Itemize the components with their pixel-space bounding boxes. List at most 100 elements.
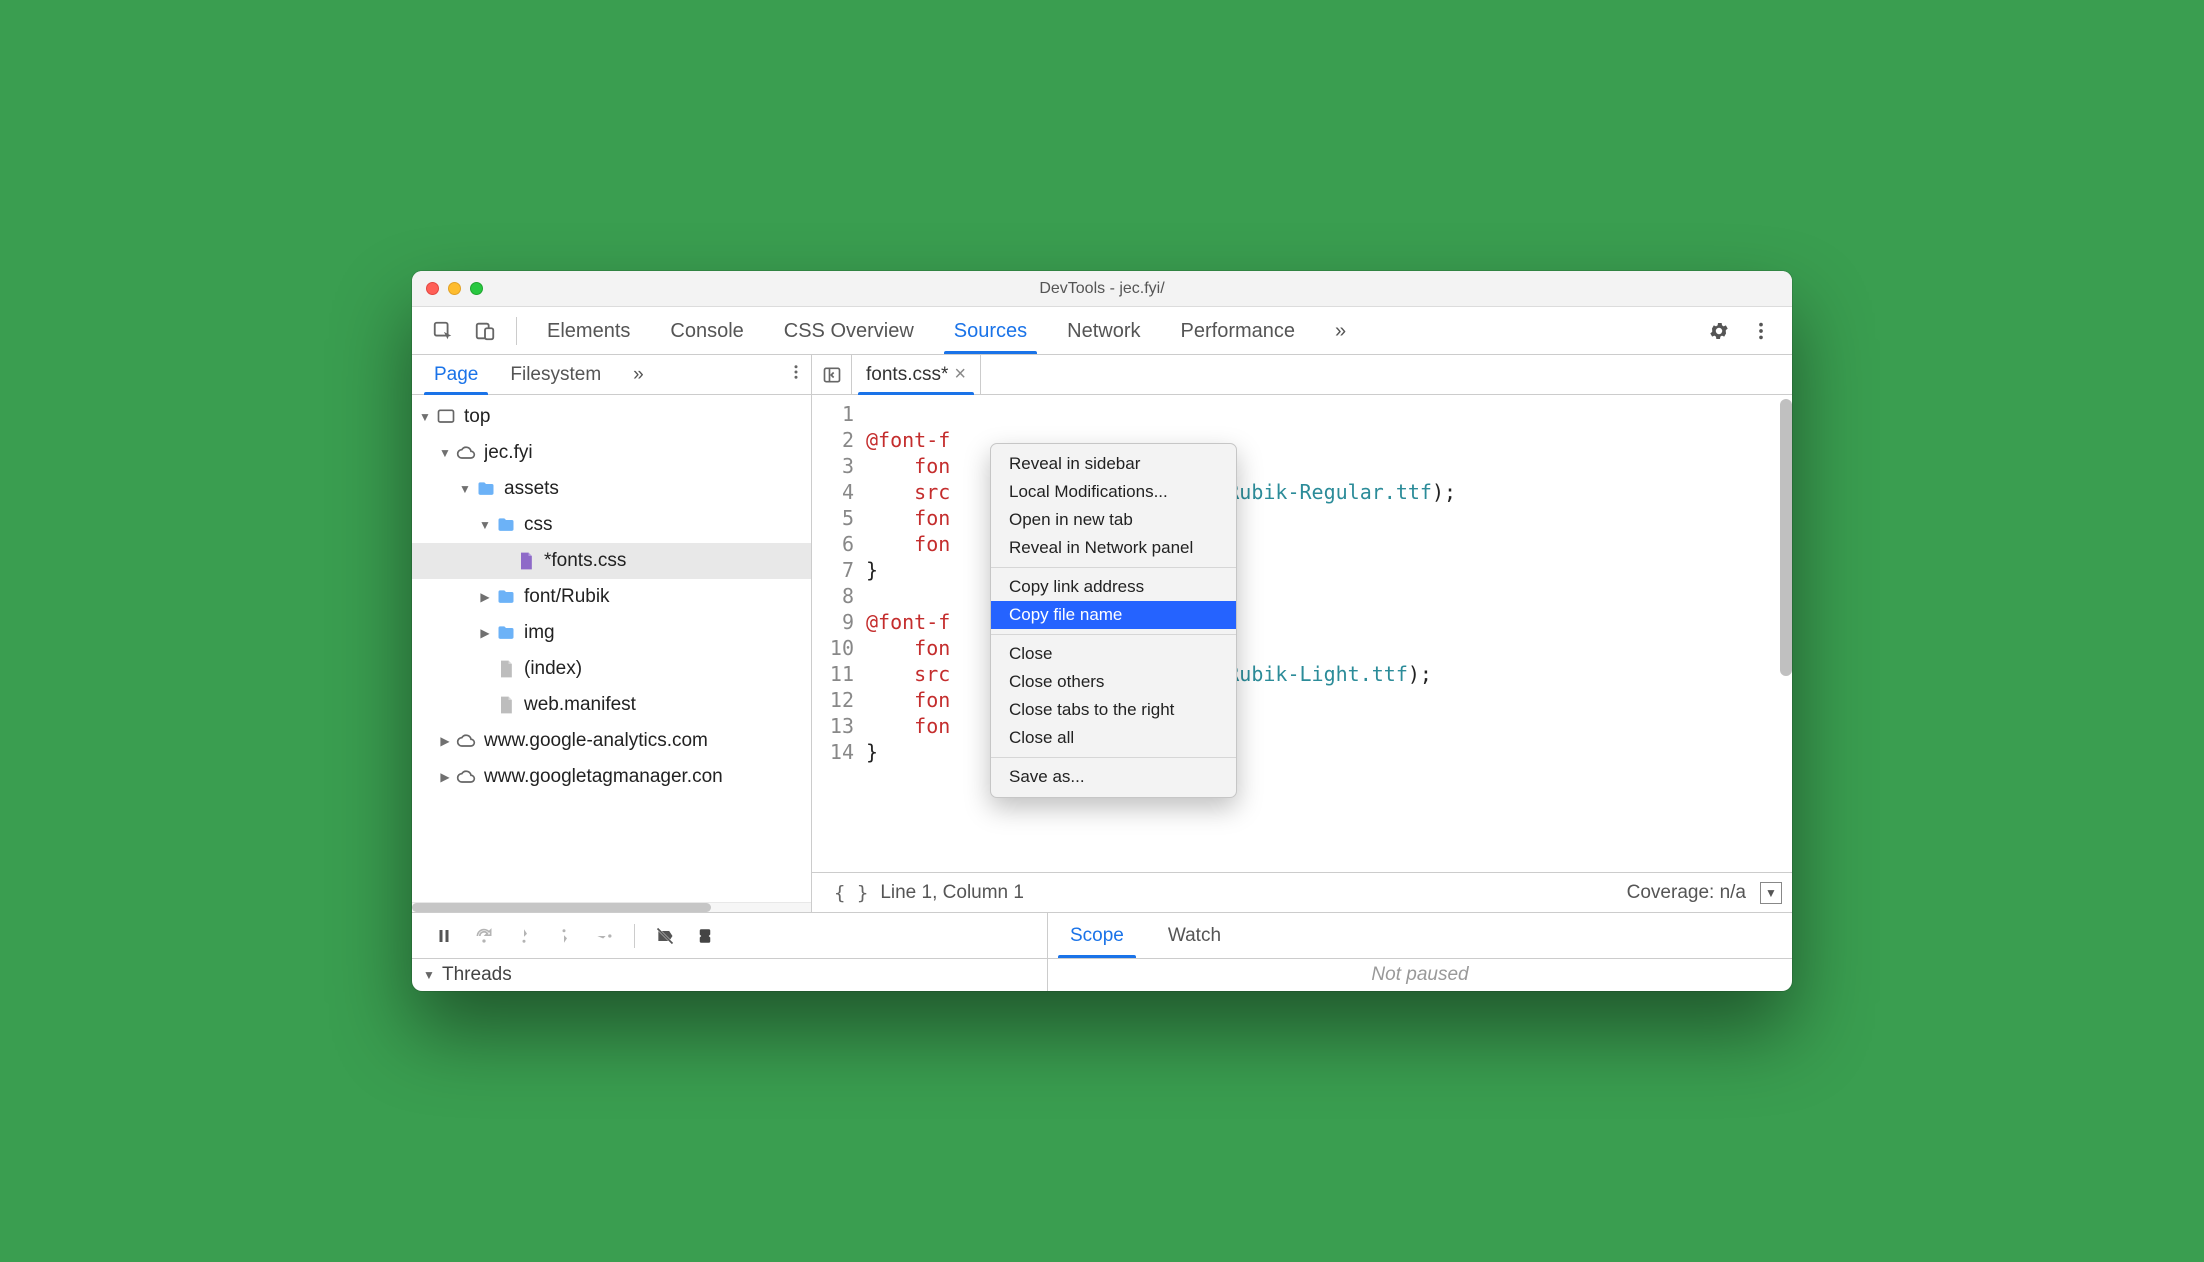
tree-node-index[interactable]: (index) (412, 651, 811, 687)
navigator-tab-filesystem[interactable]: Filesystem (494, 356, 617, 394)
toggle-navigator-icon[interactable] (812, 355, 852, 394)
minimize-window-button[interactable] (448, 282, 461, 295)
tab-sources[interactable]: Sources (934, 309, 1047, 353)
tree-node-img[interactable]: ▶ img (412, 615, 811, 651)
close-tab-icon[interactable]: × (954, 363, 966, 386)
tree-node-fonts-css[interactable]: *fonts.css (412, 543, 811, 579)
debugger-toolbar: Scope Watch (412, 913, 1792, 959)
editor-panel: fonts.css* × 123 456 789 101112 1314 @fo… (812, 355, 1792, 912)
menu-copy-link-address[interactable]: Copy link address (991, 573, 1236, 601)
cursor-position-label: Line 1, Column 1 (880, 882, 1024, 904)
tree-node-top[interactable]: ▼ top (412, 399, 811, 435)
line-gutter: 123 456 789 101112 1314 (812, 395, 862, 872)
bottom-panel: ▼ Threads Not paused (412, 959, 1792, 991)
editor-tab-label: fonts.css* (866, 364, 948, 386)
window-controls (412, 282, 483, 295)
tab-more[interactable]: » (1315, 309, 1366, 353)
tree-node-css[interactable]: ▼ css (412, 507, 811, 543)
devtools-window: DevTools - jec.fyi/ Elements Console CSS… (412, 271, 1792, 991)
menu-local-modifications[interactable]: Local Modifications... (991, 478, 1236, 506)
tree-node-jecfyi[interactable]: ▼ jec.fyi (412, 435, 811, 471)
not-paused-label: Not paused (1371, 964, 1468, 986)
titlebar: DevTools - jec.fyi/ (412, 271, 1792, 307)
coverage-label: Coverage: n/a (1627, 882, 1746, 904)
step-into-button[interactable] (506, 920, 542, 952)
tab-network[interactable]: Network (1047, 309, 1160, 353)
coverage-dropdown-icon[interactable]: ▼ (1760, 882, 1782, 904)
chevron-right-icon: ▶ (438, 734, 452, 748)
tab-performance[interactable]: Performance (1161, 309, 1316, 353)
chevron-right-icon: ▶ (438, 770, 452, 784)
tree-node-web-manifest[interactable]: web.manifest (412, 687, 811, 723)
debugger-controls (412, 913, 1048, 958)
menu-save-as[interactable]: Save as... (991, 763, 1236, 791)
tab-console[interactable]: Console (650, 309, 763, 353)
window-title: DevTools - jec.fyi/ (412, 280, 1792, 298)
code-editor[interactable]: 123 456 789 101112 1314 @font-f fon srcx… (812, 395, 1792, 872)
kebab-menu-icon[interactable] (1740, 314, 1782, 348)
cloud-icon (456, 443, 476, 463)
panel-tabs: Elements Console CSS Overview Sources Ne… (527, 309, 1366, 353)
tab-scope[interactable]: Scope (1048, 915, 1146, 957)
menu-close[interactable]: Close (991, 640, 1236, 668)
folder-icon (496, 515, 516, 535)
menu-open-in-new-tab[interactable]: Open in new tab (991, 506, 1236, 534)
chevron-right-icon: ▶ (478, 626, 492, 640)
editor-status-bar: { } Line 1, Column 1 Coverage: n/a ▼ (812, 872, 1792, 912)
tab-watch[interactable]: Watch (1146, 915, 1243, 957)
maximize-window-button[interactable] (470, 282, 483, 295)
pause-on-exceptions-button[interactable] (687, 920, 723, 952)
tab-elements[interactable]: Elements (527, 309, 650, 353)
navigator-tab-page[interactable]: Page (418, 356, 494, 394)
document-file-icon (496, 659, 516, 679)
document-file-icon (496, 695, 516, 715)
tree-node-font-rubik[interactable]: ▶ font/Rubik (412, 579, 811, 615)
chevron-down-icon: ▼ (458, 482, 472, 496)
menu-reveal-in-sidebar[interactable]: Reveal in sidebar (991, 450, 1236, 478)
editor-tab-fonts-css[interactable]: fonts.css* × (852, 355, 981, 394)
inspect-element-icon[interactable] (422, 314, 464, 348)
file-tree[interactable]: ▼ top ▼ jec.fyi ▼ assets (412, 395, 811, 902)
frame-icon (436, 407, 456, 427)
pause-button[interactable] (426, 920, 462, 952)
scope-content: Not paused (1048, 959, 1792, 991)
editor-vertical-scrollbar[interactable] (1780, 395, 1792, 872)
step-button[interactable] (586, 920, 622, 952)
editor-tabs: fonts.css* × (812, 355, 1792, 395)
device-toolbar-icon[interactable] (464, 314, 506, 348)
threads-label: Threads (442, 964, 512, 986)
navigator-tab-more[interactable]: » (617, 356, 660, 394)
threads-section[interactable]: ▼ Threads (412, 959, 1048, 991)
tab-context-menu: Reveal in sidebar Local Modifications...… (990, 443, 1237, 798)
menu-close-others[interactable]: Close others (991, 668, 1236, 696)
close-window-button[interactable] (426, 282, 439, 295)
menu-close-all[interactable]: Close all (991, 724, 1236, 752)
chevron-down-icon: ▼ (418, 410, 432, 424)
chevron-down-icon: ▼ (422, 968, 436, 982)
chevron-down-icon: ▼ (438, 446, 452, 460)
debug-sidebar-tabs: Scope Watch (1048, 913, 1243, 958)
tree-node-assets[interactable]: ▼ assets (412, 471, 811, 507)
navigator-sidebar: Page Filesystem » ▼ top ▼ (412, 355, 812, 912)
menu-close-tabs-to-right[interactable]: Close tabs to the right (991, 696, 1236, 724)
tree-node-google-analytics[interactable]: ▶ www.google-analytics.com (412, 723, 811, 759)
menu-reveal-in-network-panel[interactable]: Reveal in Network panel (991, 534, 1236, 562)
tab-css-overview[interactable]: CSS Overview (764, 309, 934, 353)
pretty-print-button[interactable]: { } (822, 882, 880, 904)
chevron-down-icon: ▼ (478, 518, 492, 532)
navigator-tabs: Page Filesystem » (412, 355, 811, 395)
step-out-button[interactable] (546, 920, 582, 952)
sidebar-horizontal-scrollbar[interactable] (412, 902, 811, 912)
menu-copy-file-name[interactable]: Copy file name (991, 601, 1236, 629)
step-over-button[interactable] (466, 920, 502, 952)
folder-icon (476, 479, 496, 499)
folder-icon (496, 587, 516, 607)
cloud-icon (456, 767, 476, 787)
stylesheet-file-icon (516, 551, 536, 571)
settings-gear-icon[interactable] (1698, 314, 1740, 348)
folder-icon (496, 623, 516, 643)
deactivate-breakpoints-button[interactable] (647, 920, 683, 952)
chevron-right-icon: ▶ (478, 590, 492, 604)
tree-node-googletagmanager[interactable]: ▶ www.googletagmanager.con (412, 759, 811, 795)
navigator-kebab-icon[interactable] (787, 363, 805, 387)
